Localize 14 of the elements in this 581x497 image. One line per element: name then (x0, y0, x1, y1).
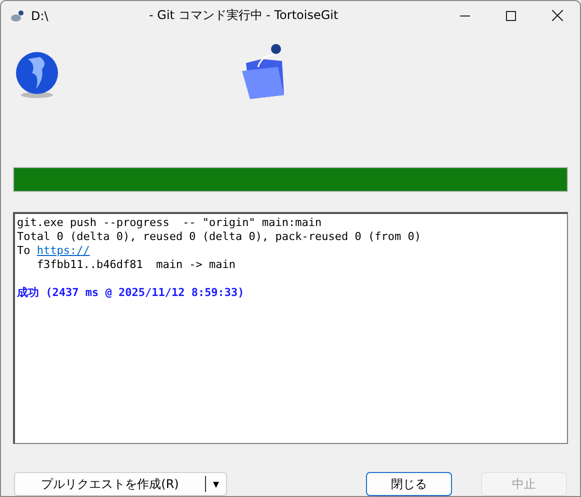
log-line: f3fbb11..b46df81 main -> main (36, 258, 237, 272)
log-line: To (17, 244, 32, 257)
window-title: - Git コマンド実行中 - TortoiseGit (149, 7, 338, 24)
log-line: git.exe push --progress -- "origin" main:main (17, 216, 323, 230)
log-line: Total 0 (delta 0), reused 0 (delta 0), pack-reused 0 (from 0) (17, 230, 422, 244)
globe-icon (14, 50, 60, 99)
close-icon[interactable] (552, 10, 563, 22)
success-line: 成功 (2437 ms @ 2025/11/12 8:59:33) (17, 286, 246, 300)
create-pull-request-button[interactable]: プルリクエストを作成(R) ▾ (14, 472, 227, 496)
turtle-icon (9, 8, 25, 24)
window-path: D:\ (31, 8, 50, 23)
url-link[interactable]: https:// (36, 244, 90, 257)
maximize-icon[interactable] (506, 10, 516, 21)
close-button[interactable]: 閉じる (366, 472, 452, 496)
